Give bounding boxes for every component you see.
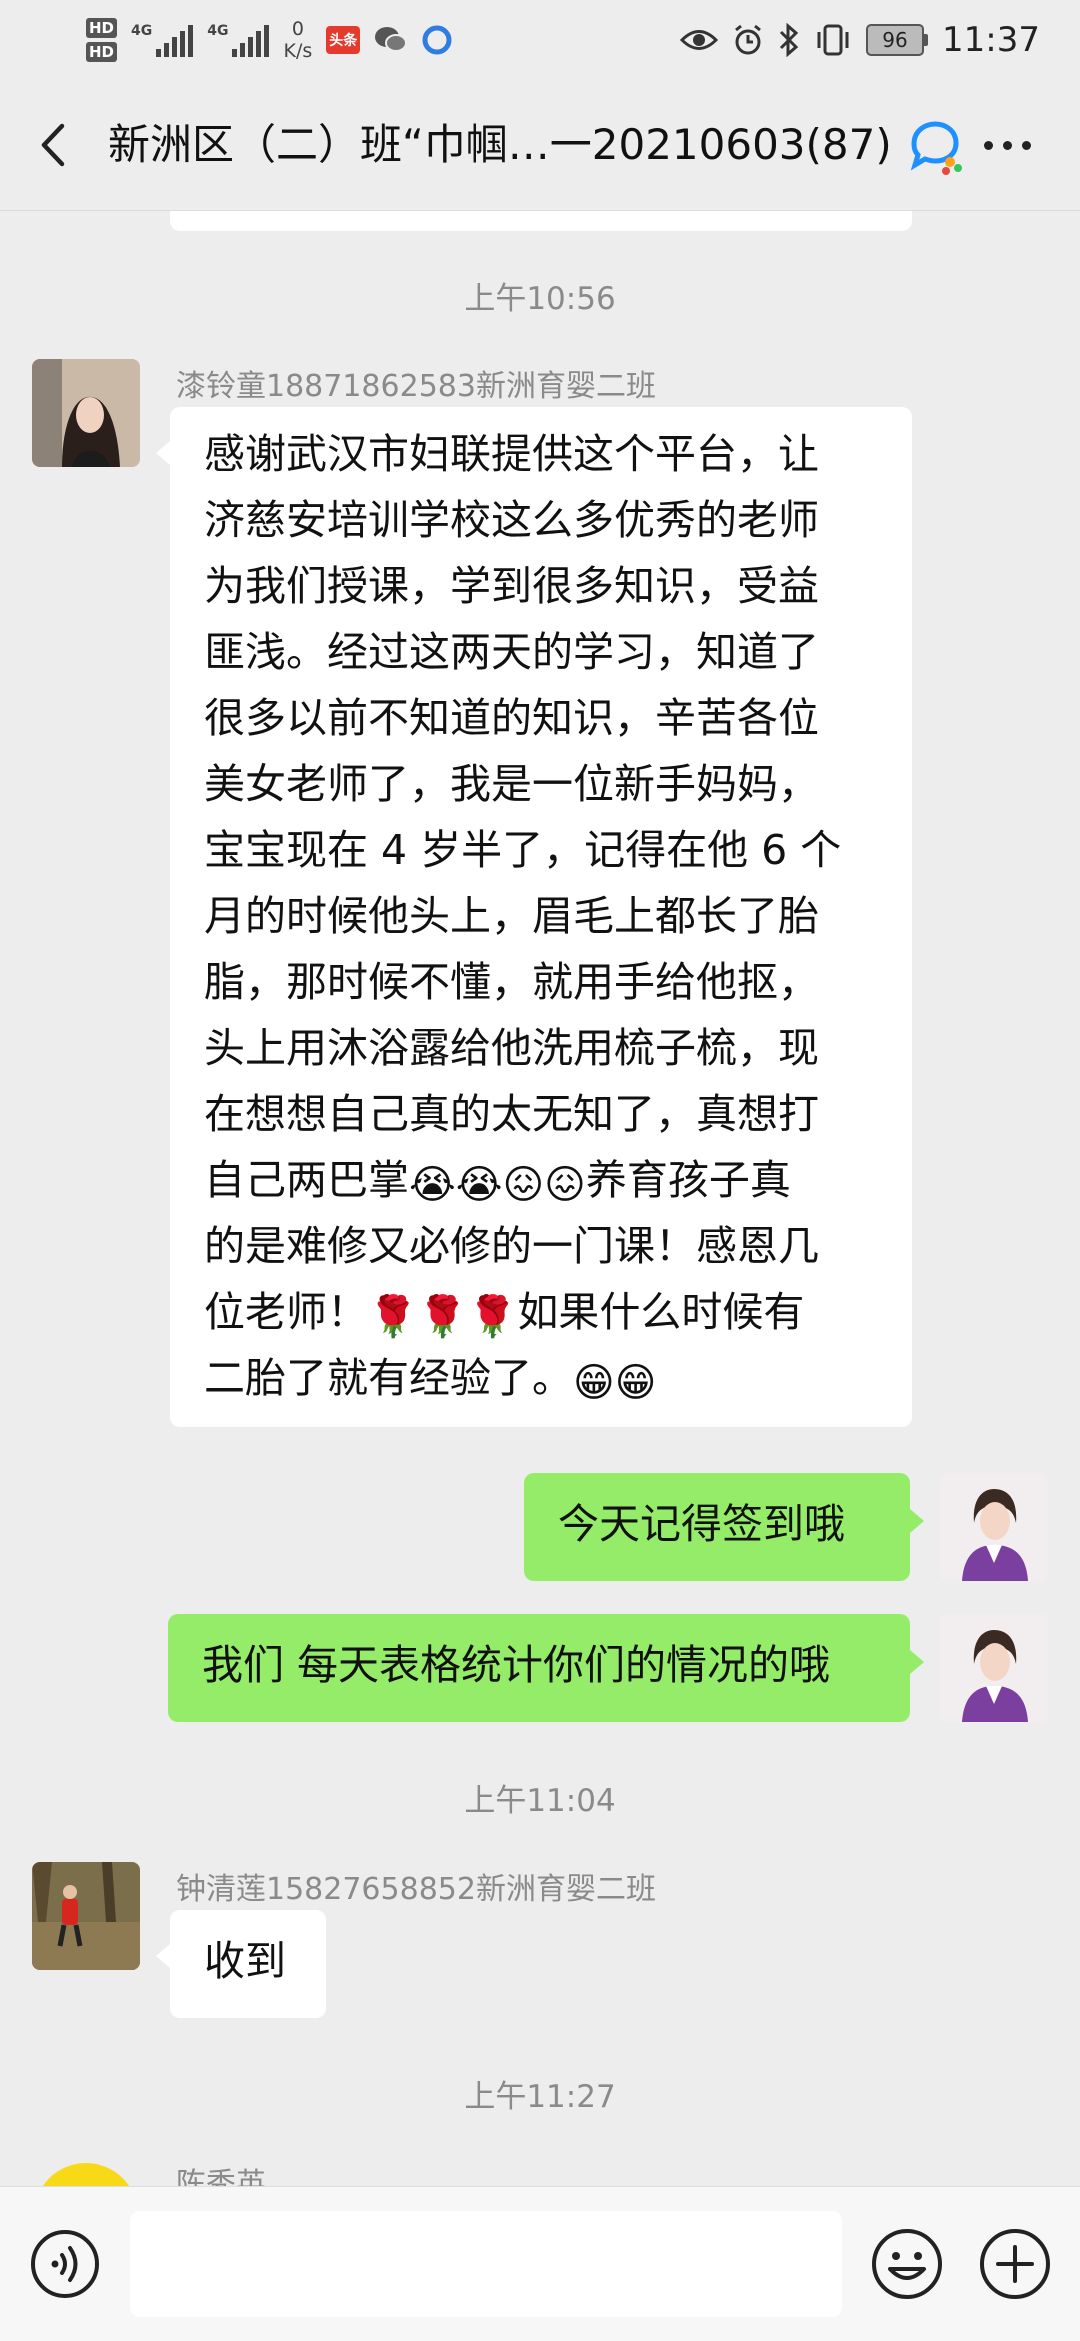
signal-icon-1: 4G xyxy=(131,23,194,57)
message-list[interactable]: 上午10:56 漆铃童18871862583新洲育婴二班 感谢武汉市妇联提供这个… xyxy=(0,211,1080,2186)
chat-bubble-icon[interactable] xyxy=(906,118,964,176)
battery-icon: 96 xyxy=(866,24,929,56)
message-line: 宝宝现在 4 岁半了，记得在他 6 个 xyxy=(204,826,842,874)
avatar[interactable] xyxy=(32,2157,140,2186)
message-text: 二胎了就有经验了。 xyxy=(204,1354,573,1402)
crying-emoji-icon: 😭😭😖😖 xyxy=(409,1162,586,1208)
eye-icon xyxy=(680,30,719,50)
sender-name: 漆铃童18871862583新洲育婴二班 xyxy=(176,369,656,404)
voice-icon[interactable] xyxy=(30,2229,100,2299)
toutiao-app-icon: 头条 xyxy=(326,26,361,54)
message-text: 今天记得签到哦 xyxy=(558,1500,845,1548)
message-bubble-outgoing[interactable]: 我们 每天表格统计你们的情况的哦 xyxy=(168,1614,924,1722)
more-dots-icon[interactable] xyxy=(972,120,1042,170)
browser-icon xyxy=(422,25,452,55)
vibrate-icon xyxy=(817,24,849,56)
sender-name: 钟清莲15827658852新洲育婴二班 xyxy=(176,1872,656,1907)
avatar[interactable] xyxy=(32,359,140,467)
message-line: 匪浅。经过这两天的学习，知道了 xyxy=(204,628,819,676)
hd-label-2: HD xyxy=(86,42,118,62)
status-bar: HD HD 4G 4G 0 K/s 头条 96 11:37 xyxy=(0,0,1080,80)
message-text: 如果什么时候有 xyxy=(517,1288,805,1336)
message-line: 很多以前不知道的知识，辛苦各位 xyxy=(204,694,819,742)
network-type-2: 4G xyxy=(207,23,229,39)
message-bubble-outgoing[interactable]: 今天记得签到哦 xyxy=(524,1473,924,1581)
hd-label-1: HD xyxy=(86,18,118,38)
emoji-icon[interactable] xyxy=(870,2227,944,2301)
network-speed: 0 K/s xyxy=(283,18,312,62)
plus-icon[interactable] xyxy=(978,2227,1052,2301)
message-input[interactable] xyxy=(130,2211,842,2317)
timestamp: 上午10:56 xyxy=(464,281,616,317)
network-speed-unit: K/s xyxy=(283,40,313,62)
message-line: 感谢武汉市妇联提供这个平台，让 xyxy=(204,430,819,478)
wechat-icon xyxy=(375,27,408,52)
timestamp: 上午11:04 xyxy=(464,1783,616,1819)
status-time: 11:37 xyxy=(942,20,1040,60)
message-line: 美女老师了，我是一位新手妈妈， xyxy=(204,760,819,808)
timestamp: 上午11:27 xyxy=(464,2079,616,2115)
previous-message-bubble[interactable] xyxy=(170,211,912,231)
rose-emoji-icon: 🌹🌹🌹 xyxy=(368,1294,518,1340)
sender-name: 陈秀英 xyxy=(176,2167,266,2186)
message-text: 养育孩子真 xyxy=(585,1156,791,1204)
battery-level: 96 xyxy=(866,24,925,56)
chat-header: 新洲区（二）班“巾帼…一20210603(87) xyxy=(0,80,1080,210)
message-line: 为我们授课，学到很多知识，受益 xyxy=(204,562,819,610)
message-line: 济慈安培训学校这么多优秀的老师 xyxy=(204,496,819,544)
message-line: 的是难修又必修的一门课！感恩几 xyxy=(204,1222,819,1270)
input-bar xyxy=(0,2186,1080,2341)
message-line: 脂，那时候不懂，就用手给他抠， xyxy=(204,958,819,1006)
alarm-icon xyxy=(735,24,761,55)
message-line: 头上用沐浴露给他洗用梳子梳，现 xyxy=(204,1024,819,1072)
message-line: 位老师！🌹🌹🌹如果什么时候有 xyxy=(204,1279,882,1345)
message-text: 收到 xyxy=(204,1937,286,1985)
my-avatar[interactable] xyxy=(940,1614,1048,1722)
message-bubble[interactable]: 收到 xyxy=(156,1910,326,2018)
my-avatar[interactable] xyxy=(940,1473,1048,1581)
network-type-1: 4G xyxy=(131,23,153,39)
message-text: 位老师！ xyxy=(204,1288,368,1336)
chevron-left-icon[interactable] xyxy=(30,120,80,170)
message-line: 月的时候他头上，眉毛上都长了胎 xyxy=(204,892,819,940)
grin-emoji-icon: 😁😁 xyxy=(573,1360,657,1406)
message-text: 我们 每天表格统计你们的情况的哦 xyxy=(202,1641,831,1689)
message-line: 自己两巴掌😭😭😖😖养育孩子真 xyxy=(204,1147,882,1213)
message-line: 在想想自己真的太无知了，真想打 xyxy=(204,1090,819,1138)
chat-title: 新洲区（二）班“巾帼…一20210603(87) xyxy=(108,120,892,169)
signal-icon-2: 4G xyxy=(207,23,270,57)
message-bubble[interactable]: 感谢武汉市妇联提供这个平台，让 济慈安培训学校这么多优秀的老师 为我们授课，学到… xyxy=(156,407,912,1427)
bluetooth-icon xyxy=(779,23,799,57)
message-line: 二胎了就有经验了。😁😁 xyxy=(204,1345,882,1411)
message-text: 自己两巴掌 xyxy=(204,1156,409,1204)
avatar[interactable] xyxy=(32,1862,140,1970)
hd-indicator: HD HD xyxy=(86,18,118,62)
network-speed-value: 0 xyxy=(291,18,304,40)
